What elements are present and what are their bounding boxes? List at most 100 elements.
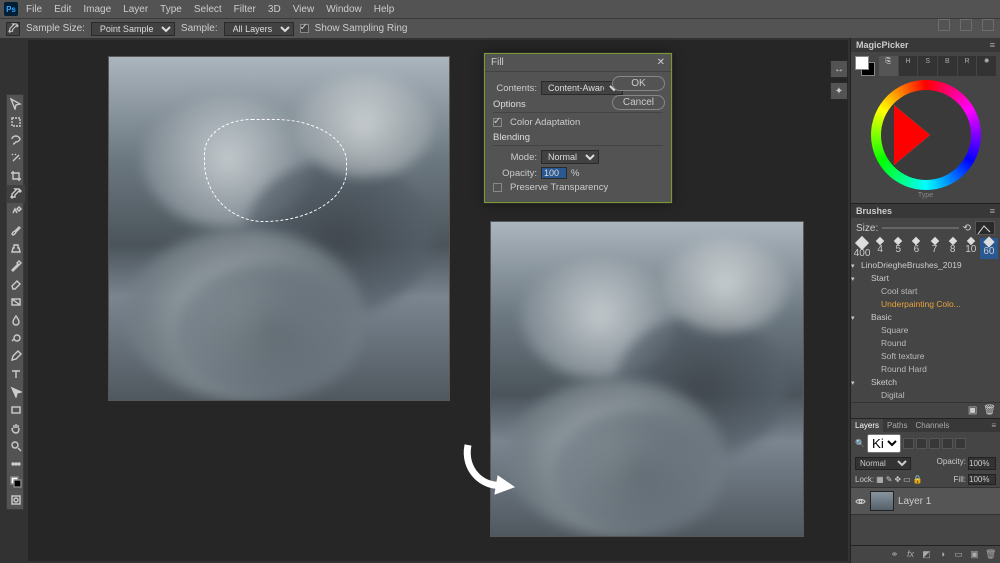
preserve-transparency-checkbox[interactable] bbox=[493, 183, 502, 192]
lock-trans-icon[interactable]: ▦ bbox=[876, 475, 884, 484]
search-ps-icon[interactable] bbox=[960, 19, 972, 31]
menu-select[interactable]: Select bbox=[190, 3, 226, 16]
brush-item[interactable]: Soft texture bbox=[851, 350, 1000, 363]
tool-type[interactable] bbox=[7, 365, 25, 383]
brush-preset[interactable]: 7 bbox=[926, 238, 944, 259]
panel-toggle-a[interactable]: ↔ bbox=[830, 60, 848, 78]
brush-item[interactable]: Square bbox=[851, 324, 1000, 337]
tool-crop[interactable] bbox=[7, 167, 25, 185]
new-brush-icon[interactable]: ▣ bbox=[968, 405, 977, 416]
mode-s[interactable]: S bbox=[918, 56, 937, 76]
canvas-area[interactable] bbox=[28, 40, 848, 561]
brush-item[interactable]: Underpainting Colo... bbox=[851, 298, 1000, 311]
panel-menu-icon[interactable]: ≡ bbox=[987, 419, 1000, 432]
tool-quickmask[interactable] bbox=[7, 491, 25, 509]
tool-eyedropper[interactable] bbox=[7, 185, 25, 203]
tool-history-brush[interactable] bbox=[7, 257, 25, 275]
sample-select[interactable]: All Layers bbox=[224, 22, 294, 36]
brush-item[interactable]: Round Hard bbox=[851, 363, 1000, 376]
brush-group[interactable]: LinoDriegheBrushes_2019 bbox=[851, 259, 1000, 272]
panel-toggle-b[interactable]: ✦ bbox=[830, 82, 848, 100]
tab-channels[interactable]: Channels bbox=[911, 419, 953, 432]
brush-group[interactable]: Sketch bbox=[851, 376, 1000, 389]
visibility-eye-icon[interactable] bbox=[855, 496, 866, 507]
panel-menu-icon[interactable]: ≡ bbox=[990, 40, 995, 50]
brush-preset[interactable]: 8 bbox=[944, 238, 962, 259]
tool-move[interactable] bbox=[7, 95, 25, 113]
color-adaptation-checkbox[interactable] bbox=[493, 118, 502, 127]
layer-name[interactable]: Layer 1 bbox=[898, 496, 931, 507]
filter-smart-icon[interactable] bbox=[955, 438, 966, 449]
mode-h[interactable]: H bbox=[899, 56, 918, 76]
color-wheel[interactable] bbox=[871, 80, 981, 190]
menu-type[interactable]: Type bbox=[156, 3, 186, 16]
show-sampling-ring-checkbox[interactable] bbox=[300, 24, 309, 33]
menu-file[interactable]: File bbox=[22, 3, 46, 16]
tool-fgbg[interactable] bbox=[7, 473, 25, 491]
brush-size-slider[interactable] bbox=[882, 227, 958, 229]
tool-zoom[interactable] bbox=[7, 437, 25, 455]
menu-window[interactable]: Window bbox=[322, 3, 366, 16]
group-icon[interactable]: ▭ bbox=[953, 549, 964, 560]
current-tool-icon[interactable] bbox=[6, 22, 20, 36]
menu-image[interactable]: Image bbox=[79, 3, 115, 16]
fx-icon[interactable]: fx bbox=[905, 549, 916, 560]
mode-select[interactable]: Normal bbox=[541, 150, 599, 164]
menu-filter[interactable]: Filter bbox=[230, 3, 260, 16]
link-layers-icon[interactable]: ⚭ bbox=[889, 549, 900, 560]
menu-edit[interactable]: Edit bbox=[50, 3, 75, 16]
delete-layer-icon[interactable]: 🗑 bbox=[985, 549, 996, 560]
tool-blur[interactable] bbox=[7, 311, 25, 329]
blend-mode-select[interactable]: Normal bbox=[855, 457, 911, 470]
tool-shape[interactable] bbox=[7, 401, 25, 419]
filter-pixel-icon[interactable] bbox=[903, 438, 914, 449]
tool-more[interactable] bbox=[7, 455, 25, 473]
cancel-button[interactable]: Cancel bbox=[612, 95, 665, 110]
tool-dodge[interactable] bbox=[7, 329, 25, 347]
brush-preset[interactable]: 4 bbox=[871, 238, 889, 259]
brush-group[interactable]: Basic bbox=[851, 311, 1000, 324]
tool-path-select[interactable] bbox=[7, 383, 25, 401]
brush-item[interactable]: Digital bbox=[851, 389, 1000, 402]
panel-menu-icon[interactable]: ≡ bbox=[990, 206, 995, 216]
delete-brush-icon[interactable]: 🗑 bbox=[983, 405, 996, 416]
tool-eraser[interactable] bbox=[7, 275, 25, 293]
filter-shape-icon[interactable] bbox=[942, 438, 953, 449]
brush-item[interactable]: Cool start bbox=[851, 285, 1000, 298]
tool-hand[interactable] bbox=[7, 419, 25, 437]
close-icon[interactable]: ✕ bbox=[657, 57, 665, 68]
layer-filter-kind[interactable]: Kind bbox=[867, 434, 901, 453]
brush-preset[interactable]: 6 bbox=[907, 238, 925, 259]
lock-all-icon[interactable]: 🔒 bbox=[913, 475, 923, 484]
tool-marquee[interactable] bbox=[7, 113, 25, 131]
magicpicker-title[interactable]: MagicPicker bbox=[856, 40, 909, 50]
fgbg-swatch[interactable] bbox=[855, 56, 875, 76]
layer-thumbnail[interactable] bbox=[870, 491, 894, 511]
menu-layer[interactable]: Layer bbox=[119, 3, 152, 16]
brush-preset[interactable]: 10 bbox=[962, 238, 980, 259]
brush-item[interactable]: Round bbox=[851, 337, 1000, 350]
tool-gradient[interactable] bbox=[7, 293, 25, 311]
mask-icon[interactable]: ◩ bbox=[921, 549, 932, 560]
mode-r[interactable]: R bbox=[958, 56, 977, 76]
ok-button[interactable]: OK bbox=[612, 76, 665, 91]
tool-heal[interactable] bbox=[7, 203, 25, 221]
sample-size-select[interactable]: Point Sample bbox=[91, 22, 175, 36]
brush-group[interactable]: Start bbox=[851, 272, 1000, 285]
tool-lasso[interactable] bbox=[7, 131, 25, 149]
tab-paths[interactable]: Paths bbox=[883, 419, 911, 432]
filter-type-icon[interactable] bbox=[929, 438, 940, 449]
filter-adjust-icon[interactable] bbox=[916, 438, 927, 449]
brushes-title[interactable]: Brushes bbox=[856, 206, 892, 216]
menu-3d[interactable]: 3D bbox=[264, 3, 285, 16]
tab-layers[interactable]: Layers bbox=[851, 419, 883, 432]
mode-extra-icon[interactable]: ✹ bbox=[977, 56, 996, 76]
menu-help[interactable]: Help bbox=[370, 3, 399, 16]
menu-view[interactable]: View bbox=[289, 3, 319, 16]
tool-pen[interactable] bbox=[7, 347, 25, 365]
workspace-icon[interactable] bbox=[938, 19, 950, 31]
tool-wand[interactable] bbox=[7, 149, 25, 167]
mode-b[interactable]: B bbox=[938, 56, 957, 76]
layer-opacity-input[interactable] bbox=[968, 457, 996, 470]
adjustment-icon[interactable]: ◑ bbox=[937, 549, 948, 560]
